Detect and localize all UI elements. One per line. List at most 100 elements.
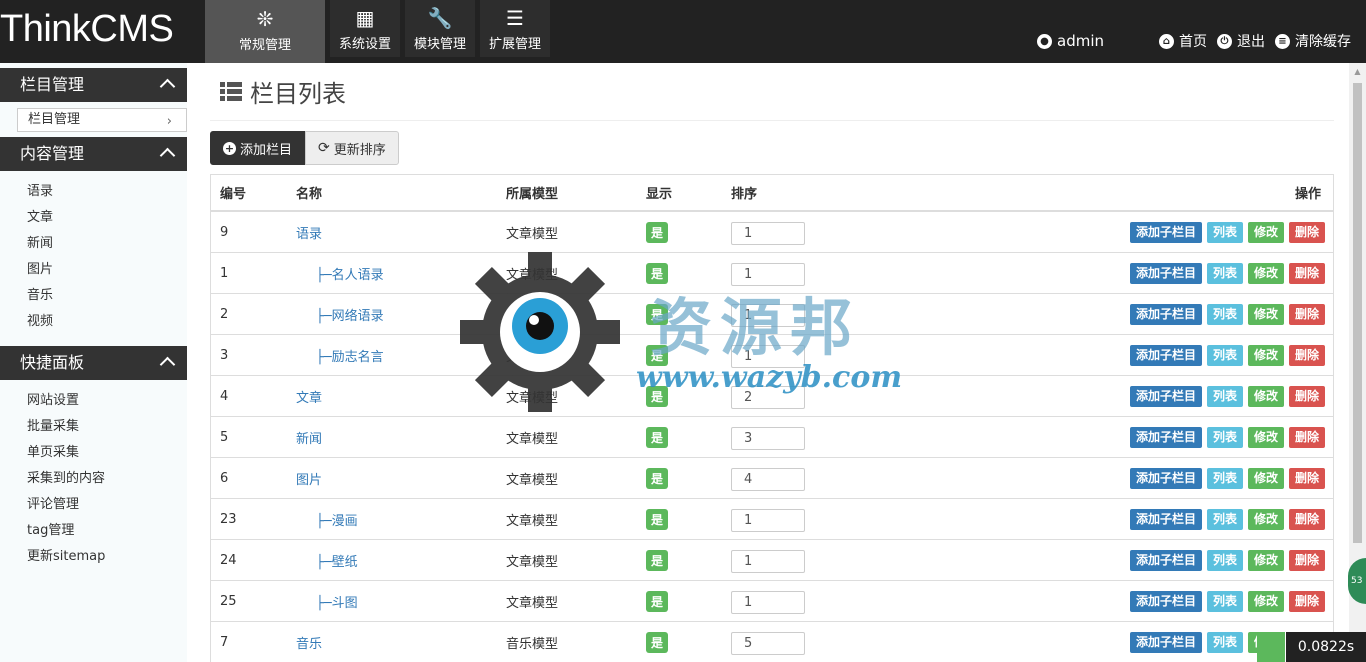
sort-input[interactable]: 3 xyxy=(731,426,805,450)
list-button[interactable]: 列表 xyxy=(1206,467,1243,489)
user-menu[interactable]: ● admin xyxy=(1037,32,1104,50)
sidebar-item[interactable]: 语录 xyxy=(0,179,187,205)
sort-input[interactable]: 1 xyxy=(731,590,805,614)
list-button[interactable]: 列表 xyxy=(1206,344,1243,366)
sidebar-section-header[interactable]: 栏目管理 xyxy=(0,68,187,102)
row-name-link[interactable]: 图片 xyxy=(296,469,506,488)
add-category-button[interactable]: + 添加栏目 xyxy=(210,131,306,165)
add-subcategory-button[interactable]: 添加子栏目 xyxy=(1129,385,1202,407)
add-subcategory-button[interactable]: 添加子栏目 xyxy=(1129,549,1202,571)
sidebar-section-header[interactable]: 快捷面板 xyxy=(0,346,187,380)
sidebar-item[interactable]: 批量采集 xyxy=(0,414,187,440)
edit-button[interactable]: 修改 xyxy=(1247,508,1284,530)
add-subcategory-button[interactable]: 添加子栏目 xyxy=(1129,467,1202,489)
sidebar-item[interactable]: 图片 xyxy=(0,257,187,283)
sidebar-item[interactable]: 网站设置 xyxy=(0,388,187,414)
sidebar-item[interactable]: 新闻 xyxy=(0,231,187,257)
edit-button[interactable]: 修改 xyxy=(1247,590,1284,612)
sidebar-item-active[interactable]: 栏目管理 › xyxy=(17,108,187,132)
sidebar-item[interactable]: 单页采集 xyxy=(0,440,187,466)
row-name-link[interactable]: ├─名人语录 xyxy=(296,264,506,283)
logout-link[interactable]: ⏻ 退出 xyxy=(1217,31,1265,51)
list-button[interactable]: 列表 xyxy=(1206,385,1243,407)
delete-button[interactable]: 删除 xyxy=(1288,508,1325,530)
delete-button[interactable]: 删除 xyxy=(1288,385,1325,407)
table-row: 25 ├─斗图 文章模型 是 1 添加子栏目 列表 修改 删除 xyxy=(211,581,1333,622)
sidebar-item[interactable]: 更新sitemap xyxy=(0,544,187,570)
delete-button[interactable]: 删除 xyxy=(1288,221,1325,243)
nav-item-1[interactable]: ▦ 系统设置 xyxy=(330,0,400,57)
sort-input[interactable]: 1 xyxy=(731,221,805,245)
delete-button[interactable]: 删除 xyxy=(1288,303,1325,325)
sidebar-item[interactable]: 视频 xyxy=(0,309,187,335)
clear-cache-link[interactable]: ≡ 清除缓存 xyxy=(1275,31,1351,51)
sort-input[interactable]: 1 xyxy=(731,344,805,368)
row-name-link[interactable]: 音乐 xyxy=(296,633,506,652)
add-subcategory-button[interactable]: 添加子栏目 xyxy=(1129,426,1202,448)
row-name-link[interactable]: 语录 xyxy=(296,223,506,242)
edit-button[interactable]: 修改 xyxy=(1247,344,1284,366)
delete-button[interactable]: 删除 xyxy=(1288,344,1325,366)
row-name-link[interactable]: ├─网络语录 xyxy=(296,305,506,324)
list-button[interactable]: 列表 xyxy=(1206,303,1243,325)
row-name-link[interactable]: 新闻 xyxy=(296,428,506,447)
delete-button[interactable]: 删除 xyxy=(1288,426,1325,448)
delete-button[interactable]: 删除 xyxy=(1288,467,1325,489)
sidebar: 栏目管理栏目管理 › 内容管理语录 文章 新闻 图片 音乐 视频快捷面板网站设置 批量采集 单页采… xyxy=(0,63,187,662)
row-name-link[interactable]: 文章 xyxy=(296,387,506,406)
row-name-link[interactable]: ├─励志名言 xyxy=(296,346,506,365)
delete-button[interactable]: 删除 xyxy=(1288,590,1325,612)
edit-button[interactable]: 修改 xyxy=(1247,262,1284,284)
add-subcategory-button[interactable]: 添加子栏目 xyxy=(1129,631,1202,653)
list-button[interactable]: 列表 xyxy=(1206,549,1243,571)
edit-button[interactable]: 修改 xyxy=(1247,385,1284,407)
list-button[interactable]: 列表 xyxy=(1206,426,1243,448)
table-header: 编号 名称 所属模型 显示 排序 操作 xyxy=(211,175,1333,212)
logo[interactable]: ThinkCMS xyxy=(0,8,174,51)
sort-input[interactable]: 2 xyxy=(731,385,805,409)
scroll-up-icon[interactable]: ▲ xyxy=(1349,63,1366,80)
list-button[interactable]: 列表 xyxy=(1206,508,1243,530)
row-name-link[interactable]: ├─壁纸 xyxy=(296,551,506,570)
home-link[interactable]: ⌂ 首页 xyxy=(1159,31,1207,51)
sort-input[interactable]: 1 xyxy=(731,549,805,573)
delete-button[interactable]: 删除 xyxy=(1288,549,1325,571)
edit-button[interactable]: 修改 xyxy=(1247,303,1284,325)
sidebar-item[interactable]: 评论管理 xyxy=(0,492,187,518)
list-button[interactable]: 列表 xyxy=(1206,221,1243,243)
delete-button[interactable]: 删除 xyxy=(1288,262,1325,284)
sort-input[interactable]: 1 xyxy=(731,303,805,327)
sort-input[interactable]: 5 xyxy=(731,631,805,655)
table-row: 3 ├─励志名言 文章模型 是 1 添加子栏目 列表 修改 删除 xyxy=(211,335,1333,376)
row-name-link[interactable]: ├─漫画 xyxy=(296,510,506,529)
edit-button[interactable]: 修改 xyxy=(1247,426,1284,448)
sidebar-item[interactable]: 文章 xyxy=(0,205,187,231)
add-subcategory-button[interactable]: 添加子栏目 xyxy=(1129,303,1202,325)
nav-item-2[interactable]: 🔧 模块管理 xyxy=(405,0,475,57)
edit-button[interactable]: 修改 xyxy=(1247,549,1284,571)
edit-button[interactable]: 修改 xyxy=(1247,467,1284,489)
list-button[interactable]: 列表 xyxy=(1206,262,1243,284)
sort-input[interactable]: 4 xyxy=(731,467,805,491)
add-subcategory-button[interactable]: 添加子栏目 xyxy=(1129,221,1202,243)
sidebar-section-header[interactable]: 内容管理 xyxy=(0,137,187,171)
sidebar-item[interactable]: 采集到的内容 xyxy=(0,466,187,492)
logout-icon: ⏻ xyxy=(1217,33,1232,49)
edit-button[interactable]: 修改 xyxy=(1247,221,1284,243)
nav-item-0[interactable]: ❊ 常规管理 xyxy=(205,0,325,63)
add-subcategory-button[interactable]: 添加子栏目 xyxy=(1129,344,1202,366)
refresh-sort-button[interactable]: ⟳ 更新排序 xyxy=(305,131,399,165)
add-subcategory-button[interactable]: 添加子栏目 xyxy=(1129,262,1202,284)
scroll-thumb[interactable] xyxy=(1353,83,1362,543)
add-subcategory-button[interactable]: 添加子栏目 xyxy=(1129,590,1202,612)
sidebar-item[interactable]: tag管理 xyxy=(0,518,187,544)
list-button[interactable]: 列表 xyxy=(1206,631,1243,653)
nav-item-3[interactable]: ☰ 扩展管理 xyxy=(480,0,550,57)
list-button[interactable]: 列表 xyxy=(1206,590,1243,612)
table-row: 2 ├─网络语录 文章模型 是 1 添加子栏目 列表 修改 删除 xyxy=(211,294,1333,335)
sidebar-item[interactable]: 音乐 xyxy=(0,283,187,309)
sort-input[interactable]: 1 xyxy=(731,508,805,532)
row-name-link[interactable]: ├─斗图 xyxy=(296,592,506,611)
add-subcategory-button[interactable]: 添加子栏目 xyxy=(1129,508,1202,530)
sort-input[interactable]: 1 xyxy=(731,262,805,286)
